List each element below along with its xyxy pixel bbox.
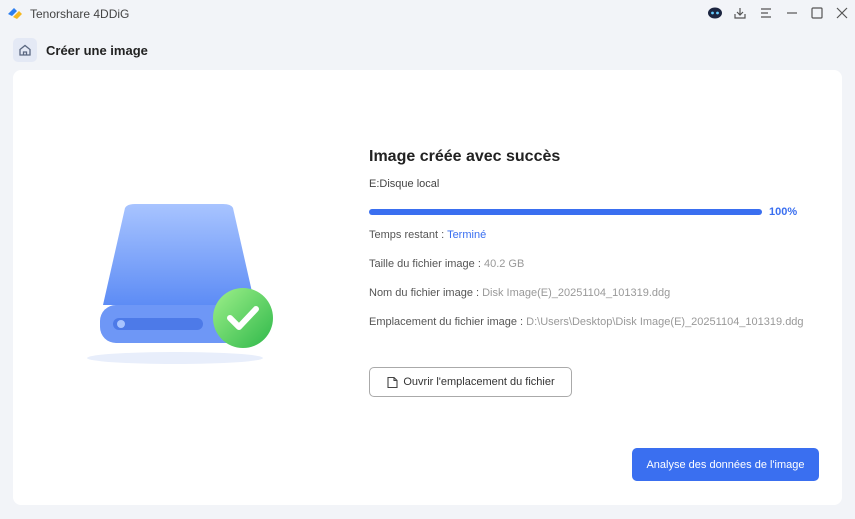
app-logo-icon — [8, 8, 22, 19]
home-icon — [19, 44, 31, 56]
progress-percent: 100% — [769, 206, 798, 218]
analyze-image-button[interactable]: Analyse des données de l'image — [632, 448, 819, 481]
row-label: Emplacement du fichier image : — [369, 316, 527, 328]
disk-success-illustration — [87, 204, 273, 364]
open-file-location-button[interactable]: Ouvrir l'emplacement du fichier — [369, 367, 572, 397]
remaining-time-row: Temps restant : Terminé — [369, 229, 486, 241]
menu-icon[interactable] — [757, 5, 775, 21]
row-label: Temps restant : — [369, 229, 448, 241]
home-button[interactable] — [13, 38, 37, 62]
row-label: Nom du fichier image : — [369, 287, 483, 299]
row-label: Taille du fichier image : — [369, 258, 484, 270]
download-icon[interactable] — [731, 5, 749, 21]
drive-label: E:Disque local — [369, 178, 440, 190]
progress-fill — [369, 209, 762, 215]
minimize-icon[interactable] — [783, 5, 801, 21]
page-title: Créer une image — [46, 43, 148, 58]
close-icon[interactable] — [833, 5, 851, 21]
row-value: Terminé — [447, 229, 487, 241]
assistant-bot-icon[interactable] — [706, 5, 724, 21]
row-value: 40.2 GB — [483, 258, 525, 270]
progress-bar — [369, 209, 762, 215]
row-value: Disk Image(E)_20251104_101319.ddg — [482, 287, 671, 299]
file-location-row: Emplacement du fichier image : D:\Users\… — [369, 316, 804, 328]
maximize-icon[interactable] — [808, 5, 826, 21]
file-name-row: Nom du fichier image : Disk Image(E)_202… — [369, 287, 670, 299]
row-value: D:\Users\Desktop\Disk Image(E)_20251104_… — [526, 316, 804, 328]
file-icon — [387, 376, 398, 388]
title-bar: Tenorshare 4DDiG — [0, 0, 855, 28]
success-title: Image créée avec succès — [369, 148, 561, 165]
app-title: Tenorshare 4DDiG — [30, 7, 130, 21]
button-label: Ouvrir l'emplacement du fichier — [403, 376, 555, 388]
file-size-row: Taille du fichier image : 40.2 GB — [369, 258, 524, 270]
